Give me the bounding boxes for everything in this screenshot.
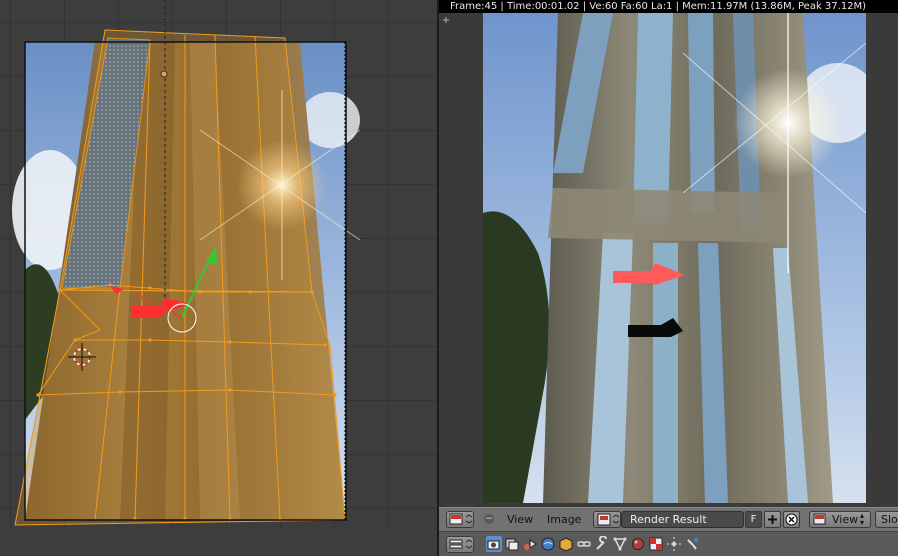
viewport-bottom-strip [0, 531, 437, 556]
particles-tab[interactable] [666, 536, 682, 552]
render-layers-tab[interactable] [504, 536, 520, 552]
editor-type-selector[interactable] [446, 511, 474, 528]
render-info-text: Frame:45 | Time:00:01.02 | Ve:60 Fa:60 L… [439, 0, 898, 13]
modifiers-wrench-icon [596, 535, 607, 550]
scene-tab[interactable] [522, 536, 538, 552]
area-corner-plus-icon[interactable]: + [441, 16, 451, 26]
texture-icon [649, 537, 663, 551]
object-origin-dot [160, 70, 168, 78]
world-tab[interactable] [540, 536, 556, 552]
chevron-updown-icon: ▴ ▾ [860, 511, 865, 527]
physics-icon [687, 537, 699, 550]
material-icon [632, 538, 644, 550]
unlink-image-button[interactable] [783, 511, 800, 528]
object-icon [559, 537, 573, 552]
view-mode-selector[interactable]: View ▴ ▾ [809, 511, 871, 528]
render-result-image[interactable] [483, 13, 866, 503]
properties-icon [449, 539, 473, 549]
viewport-scene[interactable] [0, 0, 437, 556]
image-menu[interactable]: Image [547, 513, 581, 526]
plus-icon [768, 515, 777, 524]
properties-header [439, 531, 898, 556]
image-editor-header: − View Image Render Result F View ▴ ▾ Slo [439, 507, 898, 531]
constraints-icon [577, 541, 591, 547]
image-name-field[interactable]: Render Result [621, 511, 744, 528]
data-mesh-tab[interactable] [612, 536, 628, 552]
view-mode-label: View [832, 513, 859, 526]
object-tab[interactable] [558, 536, 574, 552]
render-layers-icon [505, 538, 519, 551]
world-icon [541, 537, 555, 551]
properties-editor-type-selector[interactable] [446, 536, 474, 553]
image-editor-icon [449, 513, 473, 525]
physics-tab[interactable] [684, 536, 700, 552]
render-camera-tab[interactable] [486, 536, 502, 552]
constraints-tab[interactable] [576, 536, 592, 552]
texture-tab[interactable] [648, 536, 664, 552]
close-icon [785, 513, 798, 526]
fake-user-button[interactable]: F [745, 511, 762, 528]
data-mesh-icon [613, 537, 627, 551]
slot-label: Slo [881, 513, 898, 526]
scene-icon [524, 539, 537, 550]
render-camera-icon [487, 540, 500, 550]
view-menu[interactable]: View [507, 513, 533, 526]
new-image-button[interactable] [764, 511, 781, 528]
slot-selector[interactable]: Slo [875, 511, 898, 528]
image-browse-icon [597, 513, 620, 526]
image-editor-area[interactable]: Frame:45 | Time:00:01.02 | Ve:60 Fa:60 L… [439, 0, 898, 507]
view-mode-icon [813, 513, 826, 525]
3d-viewport[interactable] [0, 0, 437, 556]
modifiers-tab[interactable] [594, 535, 610, 552]
image-browse-button[interactable] [593, 511, 621, 528]
material-tab[interactable] [630, 536, 646, 552]
particles-icon [667, 537, 681, 551]
collapse-menu-icon[interactable]: − [484, 514, 494, 524]
